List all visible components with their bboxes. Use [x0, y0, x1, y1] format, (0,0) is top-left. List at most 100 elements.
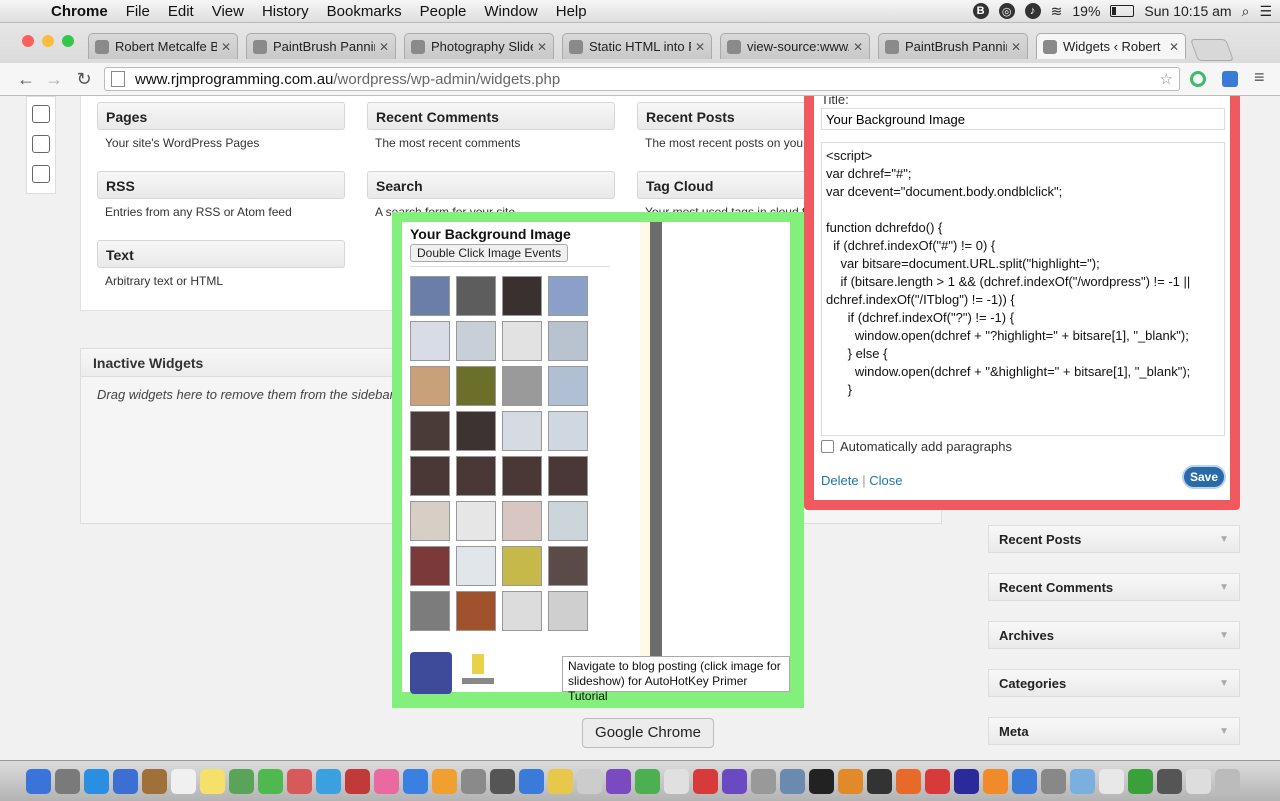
dock-app-icon[interactable]: [1186, 768, 1211, 794]
triangle-down-icon[interactable]: ▼: [1219, 622, 1229, 650]
dock-app-icon[interactable]: [1128, 768, 1153, 794]
menu-app-chrome[interactable]: Chrome: [42, 3, 117, 20]
dock-app-icon[interactable]: [171, 768, 196, 794]
menu-view[interactable]: View: [203, 3, 253, 20]
menu-people[interactable]: People: [411, 3, 476, 20]
thumbnail-image[interactable]: [410, 591, 450, 631]
dock-app-icon[interactable]: [635, 768, 660, 794]
thumbnail-image[interactable]: [410, 546, 450, 586]
dock-app-icon[interactable]: [1215, 768, 1240, 794]
thumbnail-image[interactable]: [548, 546, 588, 586]
menu-window[interactable]: Window: [475, 3, 546, 20]
thumbnail-image[interactable]: [502, 321, 542, 361]
thumbnail-image[interactable]: [548, 366, 588, 406]
extension-icon[interactable]: [1190, 71, 1206, 87]
new-tab-button[interactable]: [1189, 39, 1235, 61]
dock-app-icon[interactable]: [287, 768, 312, 794]
sidebar-widget-recent-posts[interactable]: Recent Posts ▼: [988, 525, 1240, 553]
thumbnail-image[interactable]: [548, 321, 588, 361]
tab-close-icon[interactable]: ✕: [221, 40, 231, 54]
tools-icon[interactable]: [32, 135, 50, 153]
sidebar-widget-categories[interactable]: Categories ▼: [988, 669, 1240, 697]
audio-status-icon[interactable]: ♪: [1024, 3, 1041, 19]
users-icon[interactable]: [32, 105, 50, 123]
save-button[interactable]: Save: [1182, 465, 1226, 489]
tab-2[interactable]: PaintBrush Panning ✕: [246, 33, 396, 59]
delete-link[interactable]: Delete: [821, 473, 859, 488]
thumbnail-image[interactable]: [502, 591, 542, 631]
thumbnail-image[interactable]: [502, 276, 542, 316]
wifi-icon[interactable]: ≋: [1051, 3, 1063, 20]
dock-app-icon[interactable]: [374, 768, 399, 794]
menu-file[interactable]: File: [117, 3, 159, 20]
sidebar-widget-recent-comments[interactable]: Recent Comments ▼: [988, 573, 1240, 601]
menu-help[interactable]: Help: [547, 3, 596, 20]
widget-search[interactable]: Search: [367, 171, 615, 199]
tab-7-active[interactable]: Widgets ‹ Robert Me ✕: [1036, 33, 1186, 59]
tab-3[interactable]: Photography Slidesh ✕: [404, 33, 554, 59]
dock-app-icon[interactable]: [809, 768, 834, 794]
tab-5[interactable]: view-source:www.rjm ✕: [720, 33, 870, 59]
dock-app-icon[interactable]: [519, 768, 544, 794]
triangle-down-icon[interactable]: ▼: [1219, 718, 1229, 746]
dock-app-icon[interactable]: [925, 768, 950, 794]
dock-app-icon[interactable]: [432, 768, 457, 794]
sync-status-icon[interactable]: ◎: [998, 3, 1015, 19]
bbedit-status-icon[interactable]: B: [972, 3, 989, 19]
dock-app-icon[interactable]: [1099, 768, 1124, 794]
menu-bookmarks[interactable]: Bookmarks: [318, 3, 411, 20]
widget-rss[interactable]: RSS: [97, 171, 345, 199]
dock-app-icon[interactable]: [55, 768, 80, 794]
back-arrow-icon[interactable]: ←: [16, 69, 36, 89]
dock-app-icon[interactable]: [664, 768, 689, 794]
tab-close-icon[interactable]: ✕: [1011, 40, 1021, 54]
widget-pages[interactable]: Pages: [97, 102, 345, 130]
dock-app-icon[interactable]: [548, 768, 573, 794]
tab-close-icon[interactable]: ✕: [695, 40, 705, 54]
dock-app-icon[interactable]: [142, 768, 167, 794]
dock-app-icon[interactable]: [1070, 768, 1095, 794]
dock-app-icon[interactable]: [867, 768, 892, 794]
thumbnail-image[interactable]: [410, 276, 450, 316]
dock-app-icon[interactable]: [751, 768, 776, 794]
dock-app-icon[interactable]: [258, 768, 283, 794]
bookmark-star-icon[interactable]: ☆: [1160, 70, 1173, 88]
address-bar[interactable]: www.rjmprogramming.com.au/wordpress/wp-a…: [104, 67, 1180, 91]
spotlight-search-icon[interactable]: ⌕: [1242, 3, 1250, 20]
widget-content-textarea[interactable]: <script> var dchref="#"; var dcevent="do…: [821, 142, 1225, 436]
thumbnail-image[interactable]: [456, 456, 496, 496]
triangle-down-icon[interactable]: ▼: [1219, 670, 1229, 698]
thumbnail-image[interactable]: [456, 321, 496, 361]
tab-1[interactable]: Robert Metcalfe Blo ✕: [88, 33, 238, 59]
thumbnail-image[interactable]: [456, 591, 496, 631]
zoom-window-button[interactable]: [62, 35, 74, 47]
dock-app-icon[interactable]: [1012, 768, 1037, 794]
thumbnail-image[interactable]: [456, 546, 496, 586]
double-click-events-button[interactable]: Double Click Image Events: [410, 244, 569, 262]
clock[interactable]: Sun 10:15 am: [1144, 3, 1231, 19]
thumbnail-image[interactable]: [502, 456, 542, 496]
thumbnail-image[interactable]: [410, 411, 450, 451]
tab-close-icon[interactable]: ✕: [1169, 40, 1179, 54]
close-link[interactable]: Close: [869, 473, 902, 488]
thumbnail-image[interactable]: [548, 501, 588, 541]
thumbnail-image[interactable]: [502, 366, 542, 406]
dock-app-icon[interactable]: [577, 768, 602, 794]
thumbnail-image[interactable]: [456, 276, 496, 316]
dock-app-icon[interactable]: [693, 768, 718, 794]
title-input[interactable]: [821, 108, 1225, 130]
rjm-programming-logo-image[interactable]: [458, 652, 498, 692]
notification-center-icon[interactable]: ☰: [1259, 3, 1272, 20]
tab-close-icon[interactable]: ✕: [379, 40, 389, 54]
dock-app-icon[interactable]: [780, 768, 805, 794]
thumbnail-image[interactable]: [548, 276, 588, 316]
dock-app-icon[interactable]: [113, 768, 138, 794]
thumbnail-image[interactable]: [410, 501, 450, 541]
tab-close-icon[interactable]: ✕: [537, 40, 547, 54]
dock-app-icon[interactable]: [838, 768, 863, 794]
profile-icon[interactable]: [1222, 71, 1238, 87]
tab-6[interactable]: PaintBrush Panning ✕: [878, 33, 1028, 59]
sidebar-widget-meta[interactable]: Meta ▼: [988, 717, 1240, 745]
dock-app-icon[interactable]: [84, 768, 109, 794]
widget-recent-comments[interactable]: Recent Comments: [367, 102, 615, 130]
